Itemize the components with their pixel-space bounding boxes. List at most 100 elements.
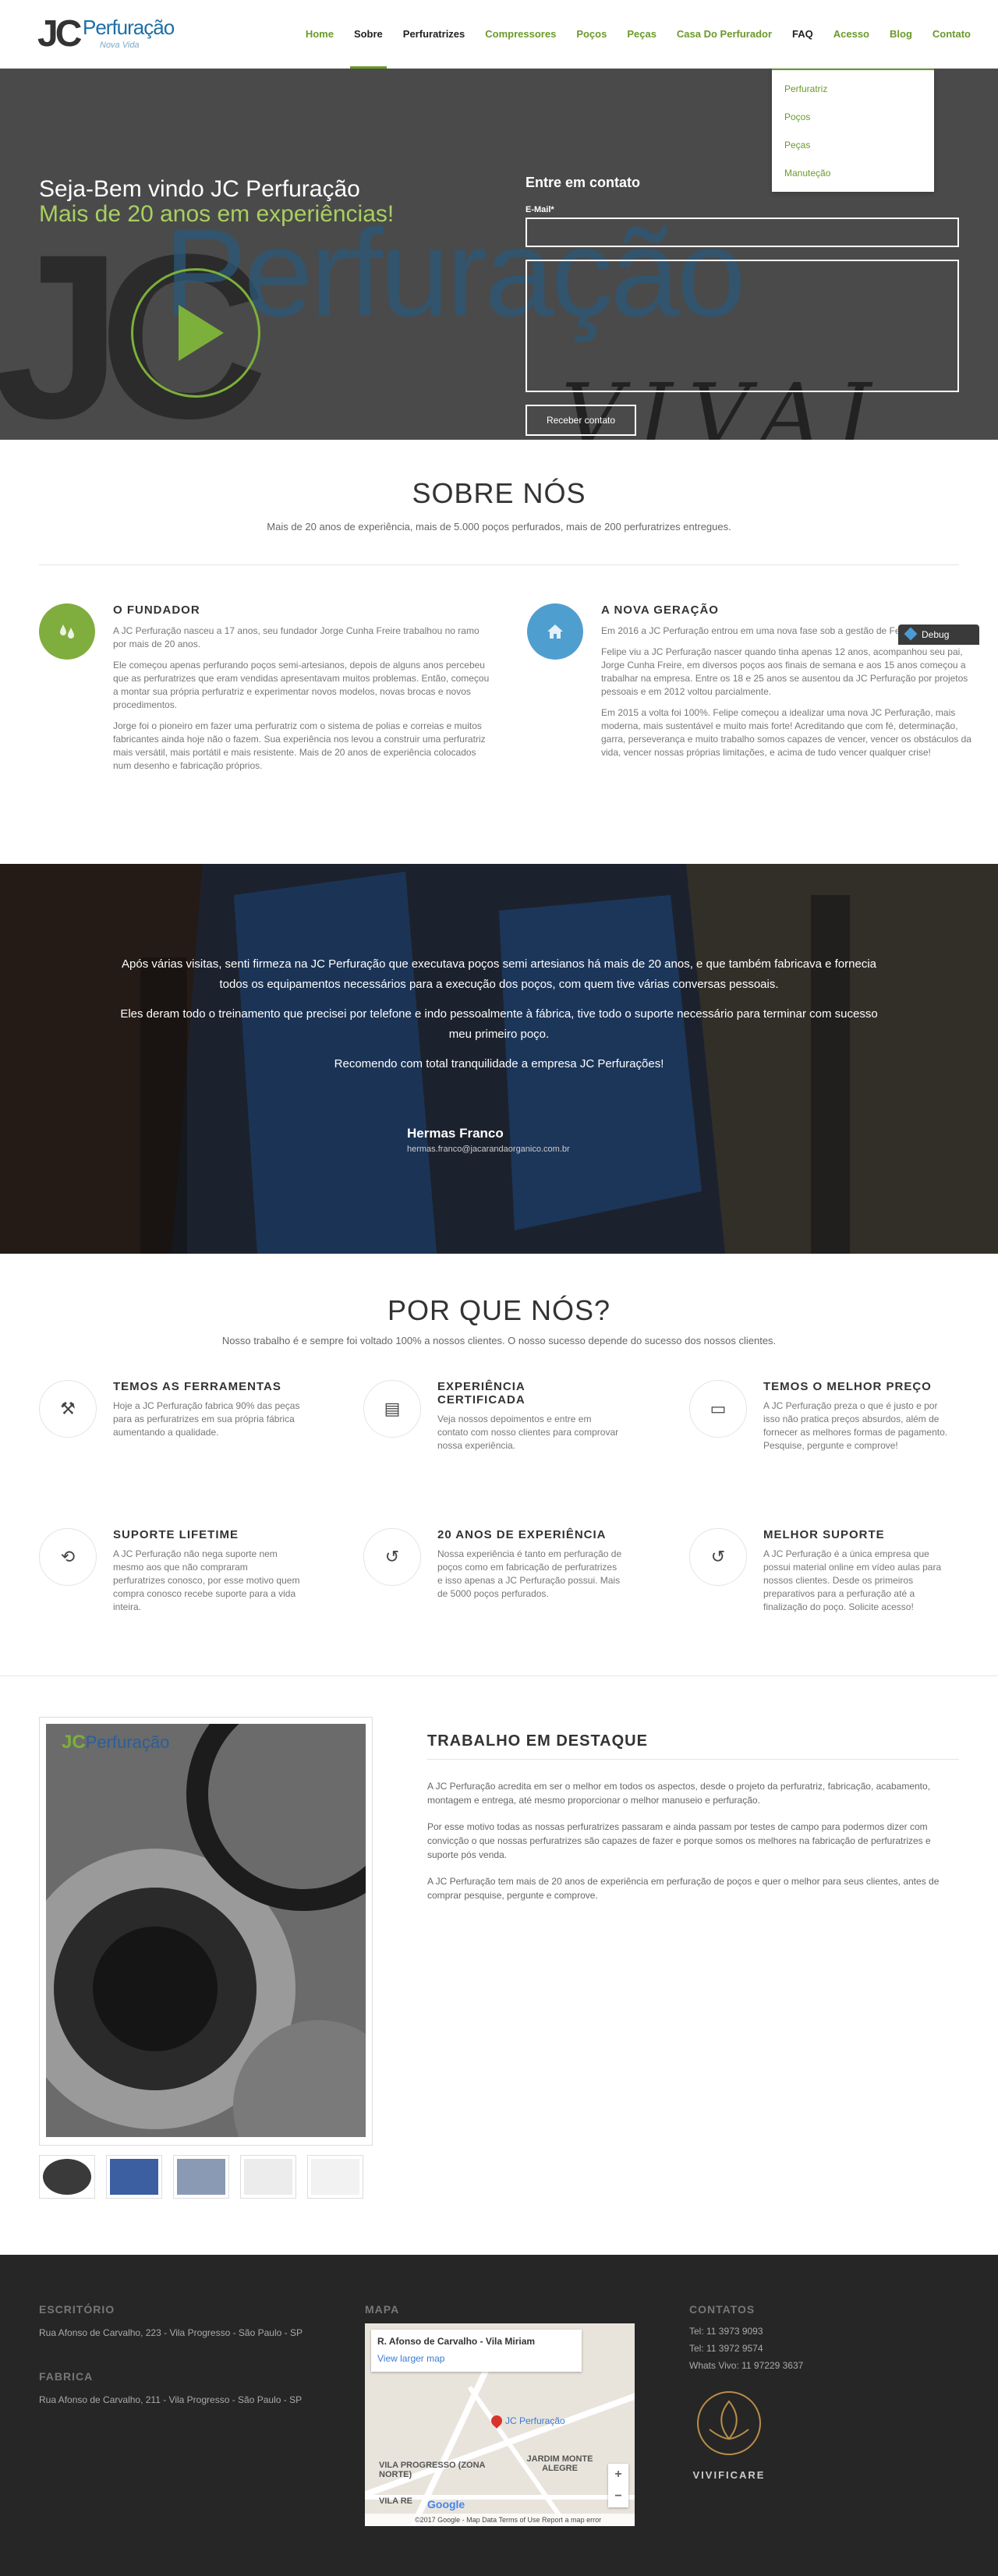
embedded-map[interactable]: R. Afonso de Carvalho - Vila Miriam View… [365,2323,635,2526]
history-icon: ↺ [363,1528,421,1586]
nav-home[interactable]: Home [296,0,344,69]
map-street [365,2387,635,2500]
site-header: JC Perfuração Nova Vida Home Sobre Perfu… [0,0,998,69]
logo-jc: JC [37,13,82,55]
zoom-in-button[interactable]: + [608,2464,628,2486]
feature-best-support: ↺ MELHOR SUPORTE A JC Perfuração é a úni… [689,1528,970,1614]
testimonial-text-3: Recomendo com total tranquilidade a empr… [334,1057,664,1070]
thumbnail[interactable] [240,2155,296,2199]
footer-addresses: ESCRITÓRIO Rua Afonso de Carvalho, 223 -… [39,2303,320,2408]
thumbnail[interactable] [307,2155,363,2199]
map-area-label: JARDIM MONTE ALEGRE [526,2454,593,2473]
main-nav: Home Sobre Perfuratrizes Compressores Po… [296,0,981,69]
hero-title: Seja-Bem vindo JC Perfuração [39,176,360,202]
testimonial-text-1: Após várias visitas, senti firmeza na JC… [122,957,876,991]
feature-price: ▭ TEMOS O MELHOR PREÇO A JC Perfuração p… [689,1380,970,1453]
featured-text: A JC Perfuração acredita em ser o melhor… [427,1779,957,1915]
feature-text: Hoje a JC Perfuração fabrica 90% das peç… [113,1400,300,1438]
nav-perfuratrizes[interactable]: Perfuratrizes [393,0,475,69]
submit-contact-button[interactable]: Receber contato [526,405,636,436]
feature-text: Nossa experiência é tanto em perfuração … [437,1548,622,1599]
video-play-icon[interactable] [131,268,260,398]
feature-title: MELHOR SUPORTE [763,1528,885,1541]
divider [39,564,959,565]
map-area-label: VILA RE [379,2496,412,2506]
featured-title: TRABALHO EM DESTAQUE [427,1732,648,1750]
new-generation-text-3: Em 2015 a volta foi 100%. Felipe começou… [601,707,971,758]
tools-icon: ⚒ [39,1380,97,1438]
featured-text-3: A JC Perfuração tem mais de 20 anos de e… [427,1876,940,1901]
vivificare-text: VIVIFICARE [692,2469,766,2481]
nav-pocos[interactable]: Poços [566,0,617,69]
repeat-icon: ⟲ [39,1528,97,1586]
map-pin-label: JC Perfuração [505,2415,565,2426]
hero-subtitle: Mais de 20 anos em experiências! [39,201,395,227]
dropdown-item-pocos[interactable]: Poços [772,103,934,131]
new-generation-text-2: Felipe viu a JC Perfuração nascer quando… [601,646,968,697]
divider [427,1759,959,1760]
logo-tagline: Nova Vida [100,41,140,50]
pipe-shape [93,1927,218,2051]
feature-text: A JC Perfuração é a única empresa que po… [763,1548,942,1612]
gallery-thumbnails [39,2155,363,2199]
feature-tools: ⚒ TEMOS AS FERRAMENTAS Hoje a JC Perfura… [39,1380,320,1439]
feature-title: TEMOS O MELHOR PREÇO [763,1380,932,1393]
why-subtitle: Nosso trabalho é e sempre foi voltado 10… [221,1335,777,1346]
featured-text-2: Por esse motivo todas as nossas perfurat… [427,1821,931,1860]
about-title: SOBRE NÓS [412,477,586,509]
message-field[interactable] [526,260,959,392]
thumbnail[interactable] [39,2155,95,2199]
footer-contacts: CONTATOS Tel: 11 3973 9093 Tel: 11 3972 … [689,2303,803,2373]
about-section: SOBRE NÓS Mais de 20 anos de experiência… [0,440,998,864]
history-icon: ↺ [689,1528,747,1586]
nav-blog[interactable]: Blog [879,0,922,69]
map-zoom-control[interactable]: + − [608,2464,628,2507]
featured-photo[interactable]: JCPerfuração [46,1724,366,2137]
nav-faq[interactable]: FAQ [782,0,823,69]
vivificare-logo-icon [697,2391,761,2455]
feature-title: EXPERIÊNCIA CERTIFICADA [437,1380,526,1407]
founder-text-3: Jorge foi o pioneiro em fazer uma perfur… [113,720,486,771]
nav-contato[interactable]: Contato [922,0,981,69]
testimonial-section: Após várias visitas, senti firmeza na JC… [0,864,998,1254]
map-place-name: R. Afonso de Carvalho - Vila Miriam [377,2336,536,2347]
certificate-icon: ▤ [363,1380,421,1438]
map-credits: ©2017 Google - Map Data Terms of Use Rep… [365,2514,635,2526]
vivificare-badge: VIVIFICARE [686,2384,772,2486]
email-field[interactable] [526,218,959,247]
feature-20-years: ↺ 20 ANOS DE EXPERIÊNCIA Nossa experiênc… [363,1528,644,1601]
dropdown-item-pecas[interactable]: Peças [772,131,934,159]
dropdown-item-manutecao[interactable]: Manuteção [772,159,934,187]
why-title: POR QUE NÓS? [387,1294,611,1326]
email-label: E-Mail* [526,205,554,214]
founder-title: O FUNDADOR [113,603,200,617]
zoom-out-button[interactable]: − [608,2486,628,2507]
site-logo[interactable]: JC Perfuração Nova Vida [37,11,175,56]
footer-map-title: MAPA [365,2303,400,2316]
testimonial-text-2: Eles deram todo o treinamento que precis… [120,1007,878,1041]
about-subtitle: Mais de 20 anos de experiência, mais de … [267,521,731,533]
thumbnail[interactable] [106,2155,162,2199]
footer-office-title: ESCRITÓRIO [39,2303,115,2316]
footer-phone-1: Tel: 11 3973 9093 [689,2326,763,2337]
founder-text-2: Ele começou apenas perfurando poços semi… [113,660,490,710]
nav-compressores[interactable]: Compressores [475,0,566,69]
testimonial-quote: Após várias visitas, senti firmeza na JC… [109,954,889,1084]
map-area-label: VILA PROGRESSO (ZONA NORTE) [379,2461,486,2479]
thumbnail[interactable] [173,2155,229,2199]
nav-casa-do-perfurador[interactable]: Casa Do Perfurador [667,0,782,69]
feature-text: Veja nossos depoimentos e entre em conta… [437,1414,619,1451]
view-larger-map-link[interactable]: View larger map [377,2353,575,2364]
debug-button[interactable]: Debug [898,625,979,645]
footer-factory-title: FABRICA [39,2370,94,2383]
site-footer: ESCRITÓRIO Rua Afonso de Carvalho, 223 -… [0,2255,998,2576]
logo-brand: Perfuração [83,16,175,39]
dropdown-item-perfuratriz[interactable]: Perfuratriz [772,75,934,103]
nav-pecas[interactable]: Peças [617,0,667,69]
nav-acesso[interactable]: Acesso [823,0,879,69]
nav-sobre[interactable]: Sobre [344,0,393,69]
google-logo: Google [427,2498,465,2511]
map-info-card: R. Afonso de Carvalho - Vila Miriam View… [371,2330,582,2372]
contact-form: Entre em contato E-Mail* Receber contato [526,175,959,436]
founder-block: O FUNDADOR A JC Perfuração nasceu a 17 a… [39,603,489,773]
